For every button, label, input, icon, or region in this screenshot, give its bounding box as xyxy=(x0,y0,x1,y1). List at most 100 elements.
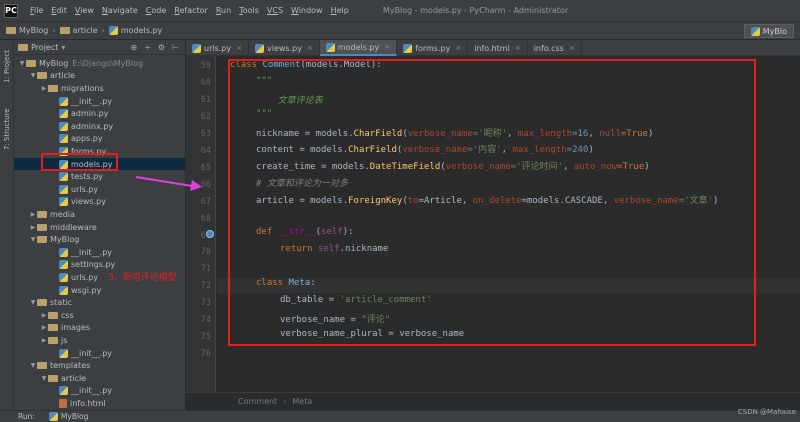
expand-right-icon[interactable]: ▶ xyxy=(40,337,48,344)
chevron-down-icon[interactable]: ▾ xyxy=(61,43,65,52)
tree-item[interactable]: ▶ js xyxy=(14,334,185,347)
tree-item[interactable]: admin.py xyxy=(14,107,185,120)
tree-item-label: article xyxy=(50,71,76,81)
tree-item[interactable]: ▼ article xyxy=(14,372,185,385)
close-icon[interactable]: × xyxy=(307,44,313,52)
expand-down-icon[interactable]: ▼ xyxy=(29,362,37,369)
python-file-icon xyxy=(325,42,335,52)
expand-down-icon[interactable]: ▼ xyxy=(40,375,48,382)
python-file-icon xyxy=(59,386,68,396)
editor-crumb-class[interactable]: Comment xyxy=(238,397,277,406)
menu-view[interactable]: View xyxy=(71,6,98,15)
expand-right-icon[interactable]: ▶ xyxy=(29,211,37,218)
tree-item[interactable]: ▼ MyBlog E:\Django\MyBlog xyxy=(14,57,185,70)
tree-item[interactable]: info.html xyxy=(14,397,185,410)
tree-item-label: urls.py xyxy=(71,184,99,194)
annotation-arrow-icon xyxy=(135,176,202,191)
tree-item[interactable]: ▶ media xyxy=(14,208,185,221)
close-icon[interactable]: × xyxy=(515,44,521,52)
python-file-icon xyxy=(192,43,201,53)
editor-tab[interactable]: urls.py × xyxy=(186,40,249,56)
tree-item[interactable]: ▼ MyBlog xyxy=(14,233,185,246)
menu-help[interactable]: Help xyxy=(327,6,353,15)
folder-icon xyxy=(37,362,47,370)
python-file-icon xyxy=(59,109,68,119)
collapse-icon[interactable]: ÷ xyxy=(144,43,151,52)
expand-right-icon[interactable]: ▶ xyxy=(40,85,48,92)
project-panel-title[interactable]: Project xyxy=(31,43,58,52)
python-file-icon xyxy=(59,272,68,282)
expand-down-icon[interactable]: ▼ xyxy=(29,72,37,79)
editor-tab-label: views.py xyxy=(266,43,302,53)
tree-item[interactable]: __init__.py xyxy=(14,246,185,259)
line-number: 68 xyxy=(200,213,211,224)
line-number: 74 xyxy=(200,315,211,326)
menu-window[interactable]: Window xyxy=(287,6,327,15)
python-file-icon xyxy=(59,348,68,358)
expand-right-icon[interactable]: ▶ xyxy=(40,312,48,319)
close-icon[interactable]: × xyxy=(455,44,461,52)
tree-item[interactable]: apps.py xyxy=(14,133,185,146)
run-label[interactable]: Run: xyxy=(18,412,35,421)
menu-navigate[interactable]: Navigate xyxy=(98,6,142,15)
python-file-icon xyxy=(59,260,68,270)
python-file-icon xyxy=(59,121,68,131)
editor-crumb-meta[interactable]: Meta xyxy=(292,397,312,406)
menu-run[interactable]: Run xyxy=(212,6,235,15)
editor-tab[interactable]: models.py × xyxy=(319,40,398,56)
menu-edit[interactable]: Edit xyxy=(47,6,71,15)
tree-item[interactable]: adminx.py xyxy=(14,120,185,133)
tree-item-label: templates xyxy=(50,361,91,371)
menu-file[interactable]: File xyxy=(26,6,47,15)
tree-item[interactable]: __init__.py xyxy=(14,95,185,108)
editor-tab[interactable]: info.css × xyxy=(528,40,582,56)
globe-icon[interactable]: ⊕ xyxy=(130,43,137,52)
editor-tab[interactable]: forms.py × xyxy=(397,40,469,56)
breadcrumb-file[interactable]: models.py xyxy=(108,26,162,35)
editor-tab-label: urls.py xyxy=(204,43,232,53)
editor-tab[interactable]: info.html × xyxy=(468,40,528,56)
expand-right-icon[interactable]: ▶ xyxy=(40,324,48,331)
tree-item[interactable]: ▼ static xyxy=(14,296,185,309)
project-tool-tab[interactable]: 1: Project xyxy=(1,44,13,90)
tree-item-label: tests.py xyxy=(71,172,103,182)
expand-right-icon[interactable]: ▶ xyxy=(29,224,37,231)
python-file-icon xyxy=(403,43,413,53)
folder-icon xyxy=(37,72,47,80)
tree-item[interactable]: wsgi.py xyxy=(14,284,185,297)
menu-code[interactable]: Code xyxy=(142,6,171,15)
breadcrumb-folder[interactable]: article xyxy=(59,26,98,35)
tree-item[interactable]: views.py xyxy=(14,196,185,209)
expand-down-icon[interactable]: ▼ xyxy=(29,236,37,243)
run-config-name[interactable]: MyBlog xyxy=(61,412,89,421)
menu-refactor[interactable]: Refactor xyxy=(170,6,212,15)
annotation-text: 3、新增评论模型 xyxy=(108,273,177,283)
gear-icon[interactable]: ⚙ xyxy=(158,43,165,52)
tree-item[interactable]: ▶ middleware xyxy=(14,221,185,234)
editor-tab[interactable]: views.py × xyxy=(249,40,320,56)
expand-down-icon[interactable]: ▼ xyxy=(18,60,26,67)
tree-item-label: wsgi.py xyxy=(71,285,102,295)
tree-item[interactable]: ▶ migrations xyxy=(14,82,185,95)
override-marker-icon[interactable] xyxy=(206,230,214,238)
window-title: MyBlog - models.py - PyCharm - Administr… xyxy=(382,6,569,15)
python-file-icon xyxy=(108,26,118,35)
tree-item[interactable]: ▼ templates xyxy=(14,359,185,372)
tree-item-path: E:\Django\MyBlog xyxy=(72,58,144,68)
tree-item[interactable]: ▶ css xyxy=(14,309,185,322)
tree-item[interactable]: __init__.py xyxy=(14,347,185,360)
tree-item[interactable]: ▼ article xyxy=(14,70,185,83)
tree-item[interactable]: __init__.py xyxy=(14,385,185,398)
close-icon[interactable]: × xyxy=(569,44,575,52)
close-icon[interactable]: × xyxy=(236,44,242,52)
menu-tools[interactable]: Tools xyxy=(235,6,263,15)
run-config-select[interactable]: MyBlo xyxy=(743,24,794,38)
expand-down-icon[interactable]: ▼ xyxy=(29,299,37,306)
hide-icon[interactable]: ⊢ xyxy=(172,43,179,52)
breadcrumb-project[interactable]: MyBlog xyxy=(6,26,48,35)
menu-vcs[interactable]: VCS xyxy=(263,6,287,15)
close-icon[interactable]: × xyxy=(384,43,390,51)
structure-tool-tab[interactable]: 7: Structure xyxy=(1,98,13,160)
tree-item[interactable]: ▶ images xyxy=(14,322,185,335)
folder-icon xyxy=(48,336,58,344)
